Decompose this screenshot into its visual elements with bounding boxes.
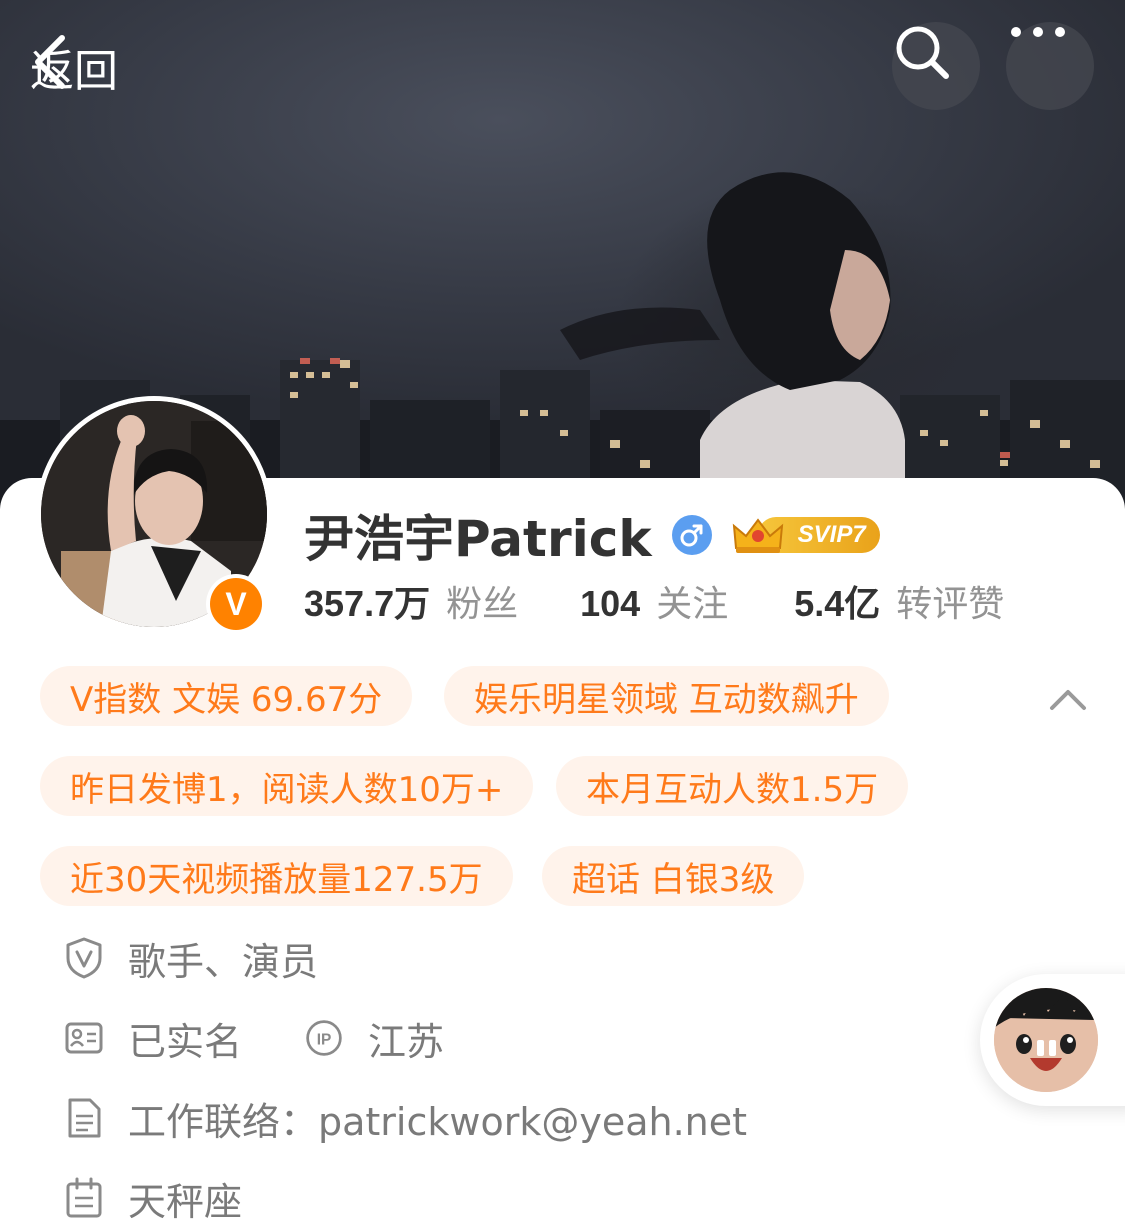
following-count: 104 [580, 583, 641, 624]
followers-label: 粉丝 [446, 584, 519, 625]
male-symbol [680, 524, 703, 547]
search-icon [896, 26, 949, 79]
svg-text:IP: IP [317, 1031, 332, 1048]
info-contact: 工作联络：patrickwork@yeah.net [64, 1090, 747, 1146]
tag-super-topic[interactable]: 超话 白银3级 [542, 846, 805, 906]
collapse-tags-button[interactable] [1040, 678, 1096, 718]
more-icon [1011, 27, 1065, 37]
contact-text: 工作联络：patrickwork@yeah.net [128, 1099, 748, 1144]
tag-v-index[interactable]: V指数 文娱 69.67分 [40, 666, 413, 726]
tag-monthly-interactions[interactable]: 本月互动人数1.5万 [556, 756, 909, 816]
chevron-left-icon [35, 35, 65, 89]
id-card-icon [64, 1016, 104, 1060]
verified-badge: V [206, 574, 266, 634]
info-zodiac: 天秤座 [64, 1170, 242, 1226]
verified-v-icon: V [210, 578, 262, 630]
svip-badge[interactable]: SVIP7 [730, 514, 880, 556]
document-icon [64, 1096, 104, 1140]
stat-following[interactable]: 104 关注 [580, 575, 728, 627]
crown-icon [732, 518, 783, 553]
search-button[interactable] [892, 22, 980, 110]
profile-screen: 返回 V 尹浩宇Patrick SVIP7 357.7万 粉丝 104 关注 5… [0, 0, 1125, 1227]
zodiac-text: 天秤座 [128, 1179, 243, 1224]
mascot-icon [994, 988, 1098, 1092]
followers-count: 357.7万 [304, 583, 431, 624]
interactions-count: 5.4亿 [794, 583, 881, 624]
stats-row: 357.7万 粉丝 104 关注 5.4亿 转评赞 [304, 574, 1004, 628]
verified-shield-icon [64, 936, 104, 980]
back-button[interactable]: 返回 [30, 32, 118, 102]
tag-domain-trend[interactable]: 娱乐明星领域 互动数飙升 [444, 666, 889, 726]
tag-video-plays[interactable]: 近30天视频播放量127.5万 [40, 846, 513, 906]
ip-location-text: 江苏 [368, 1019, 445, 1064]
ip-icon: IP [304, 1016, 344, 1060]
info-identity: 歌手、演员 [64, 930, 318, 986]
chevron-up-icon [1050, 690, 1086, 710]
tag-yesterday-posts[interactable]: 昨日发博1，阅读人数10万+ [40, 756, 534, 816]
male-icon [671, 515, 712, 555]
user-name: 尹浩宇Patrick [304, 510, 652, 568]
calendar-icon [64, 1176, 104, 1220]
stat-followers[interactable]: 357.7万 粉丝 [304, 575, 518, 627]
following-label: 关注 [656, 584, 729, 625]
more-button[interactable] [1006, 22, 1094, 110]
floating-mascot-button[interactable] [980, 974, 1125, 1106]
identity-text: 歌手、演员 [128, 939, 319, 984]
info-real-name: 已实名 IP 江苏 [64, 1010, 444, 1066]
name-row: 尹浩宇Patrick SVIP7 [304, 500, 880, 570]
real-name-text: 已实名 [128, 1019, 243, 1064]
interactions-label: 转评赞 [896, 584, 1005, 625]
stat-interactions[interactable]: 5.4亿 转评赞 [794, 575, 1004, 627]
